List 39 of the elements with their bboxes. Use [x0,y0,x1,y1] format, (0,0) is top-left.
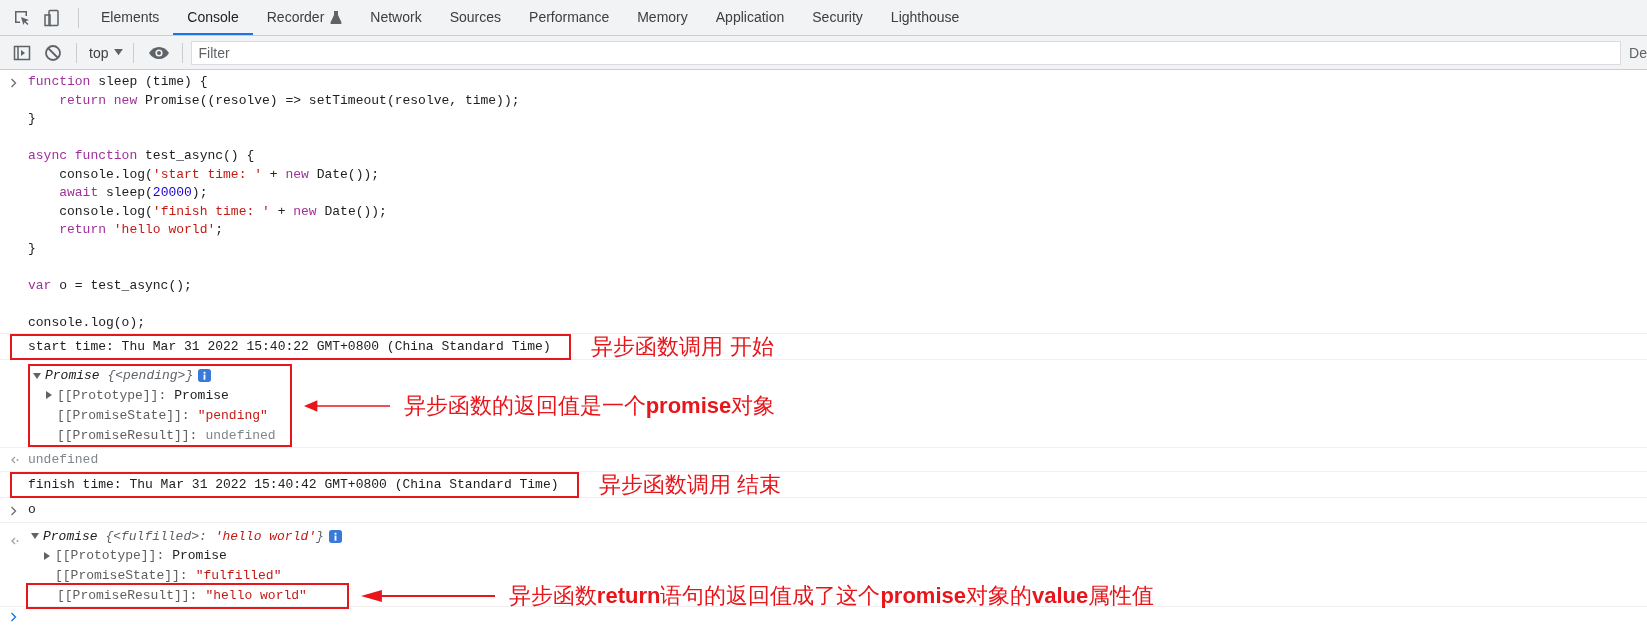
code-line: } [28,239,37,258]
panel-tab[interactable]: Security [798,0,877,35]
context-select[interactable]: top [85,42,128,63]
filter-field[interactable]: Filter [191,40,1622,65]
levels-label[interactable]: De [1629,44,1647,61]
annotation-text: 异步函数的返回值是一个promise对象 [403,392,776,419]
code-line: return 'hello world'; [58,221,225,239]
property-line: [[PromiseResult]]: "hello world" [57,588,307,603]
code-line: function sleep (time) { [28,73,209,91]
code-line: console.log(o); [28,313,147,332]
panel-tab[interactable]: Performance [515,0,624,35]
log-message: start time: Thu Mar 31 2022 15:40:22 GMT+0800 (China Standard Time) [28,337,551,356]
code-line: console.log('finish time: ' + new Date()); [58,202,388,221]
annotation-text: 异步函数调用 开始 [590,333,774,360]
property-line: [[PromiseState]]: "pending" [57,407,268,423]
panel-tab[interactable]: Sources [435,0,516,35]
code-line: await sleep(20000); [58,184,209,202]
log-message: finish time: Thu Mar 31 2022 15:40:42 GMT+0800 (China Standard Time) [28,475,559,494]
panel-tab[interactable]: Memory [623,0,702,35]
code-line: o [28,501,36,519]
code-line: async function test_async() { [28,147,256,165]
object-preview[interactable]: Promise {<fulfilled>: 'hello world'} [43,528,324,544]
property-line: [[PromiseState]]: "fulfilled" [55,568,282,583]
property-line: [[PromiseResult]]: undefined [57,427,276,443]
return-value: undefined [28,452,99,467]
property-line: [[Prototype]]: Promise [55,548,227,563]
code-line: console.log('start time: ' + new Date()); [58,165,381,184]
code-line: } [28,110,37,128]
panel-tab[interactable]: Elements [87,0,174,35]
annotation-text: 异步函数调用 结束 [598,471,782,498]
code-line: var o = test_async(); [28,276,193,295]
panel-tab[interactable]: Network [356,0,436,35]
panel-tab[interactable]: Application [701,0,799,35]
object-preview[interactable]: Promise {<pending>} [45,368,194,383]
panel-tab[interactable]: Recorder [252,0,357,35]
code-line: return new Promise((resolve) => setTimeout(resolve, time)); [58,91,520,110]
annotation-text: 异步函数return语句的返回值成了这个promise对象的value属性值 [508,582,1155,609]
property-line: [[Prototype]]: Promise [57,387,229,403]
panel-tab[interactable]: Lighthouse [876,0,974,35]
